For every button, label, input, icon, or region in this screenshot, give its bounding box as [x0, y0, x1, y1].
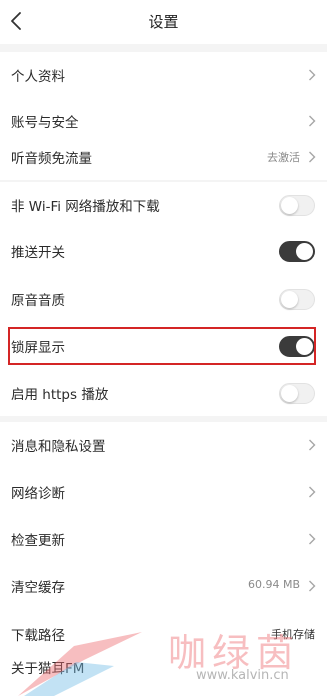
- non-wifi-toggle[interactable]: [279, 195, 315, 216]
- toggle-knob: [281, 385, 298, 402]
- row-non-wifi-playback: 非 Wi-Fi 网络播放和下载: [0, 182, 327, 228]
- chevron-right-icon: [309, 439, 316, 451]
- row-label: 检查更新: [11, 533, 65, 549]
- row-https-playback: 启用 https 播放: [0, 370, 327, 416]
- toggle-knob: [281, 291, 298, 308]
- row-value: 去激活: [267, 151, 300, 164]
- row-label: 清空缓存: [11, 580, 65, 596]
- row-label: 非 Wi-Fi 网络播放和下载: [11, 199, 160, 215]
- push-toggle[interactable]: [279, 241, 315, 262]
- row-about[interactable]: 关于猫耳FM: [0, 644, 327, 690]
- toggle-knob: [296, 338, 313, 355]
- https-toggle[interactable]: [279, 383, 315, 404]
- row-value: 手机存储: [271, 628, 315, 641]
- row-label: 下载路径: [11, 628, 65, 644]
- row-label: 启用 https 播放: [11, 387, 109, 403]
- row-original-quality: 原音音质: [0, 276, 327, 322]
- lockscreen-toggle[interactable]: [279, 336, 315, 357]
- chevron-right-icon: [309, 69, 316, 81]
- row-value: 60.94 MB: [247, 578, 300, 591]
- chevron-right-icon: [309, 486, 316, 498]
- toggle-knob: [281, 197, 298, 214]
- row-label: 听音频免流量: [11, 151, 92, 167]
- row-profile[interactable]: 个人资料: [0, 52, 327, 98]
- row-label: 网络诊断: [11, 486, 65, 502]
- row-label: 推送开关: [11, 245, 65, 261]
- chevron-right-icon: [309, 580, 316, 592]
- row-label: 原音音质: [11, 293, 65, 309]
- settings-screen: 设置 个人资料 账号与安全 听音频免流量 去激活 非 Wi-Fi 网络播放和下载…: [0, 0, 327, 698]
- toggle-knob: [296, 243, 313, 260]
- chevron-right-icon: [309, 533, 316, 545]
- top-bar: 设置: [0, 0, 327, 44]
- row-label: 账号与安全: [11, 115, 79, 131]
- chevron-right-icon: [309, 115, 316, 127]
- row-label: 锁屏显示: [11, 340, 65, 356]
- row-push-switch: 推送开关: [0, 228, 327, 274]
- chevron-right-icon: [309, 151, 316, 163]
- section-divider: [0, 44, 327, 52]
- row-message-privacy[interactable]: 消息和隐私设置: [0, 422, 327, 468]
- row-clear-cache[interactable]: 清空缓存 60.94 MB: [0, 563, 327, 609]
- page-title: 设置: [148, 13, 179, 31]
- row-check-update[interactable]: 检查更新: [0, 516, 327, 562]
- row-network-diagnosis[interactable]: 网络诊断: [0, 469, 327, 515]
- row-label: 关于猫耳FM: [11, 661, 85, 677]
- row-free-data[interactable]: 听音频免流量 去激活: [0, 134, 327, 180]
- original-quality-toggle[interactable]: [279, 289, 315, 310]
- row-label: 消息和隐私设置: [11, 439, 106, 455]
- row-lockscreen-display: 锁屏显示: [0, 323, 327, 369]
- row-label: 个人资料: [11, 69, 65, 85]
